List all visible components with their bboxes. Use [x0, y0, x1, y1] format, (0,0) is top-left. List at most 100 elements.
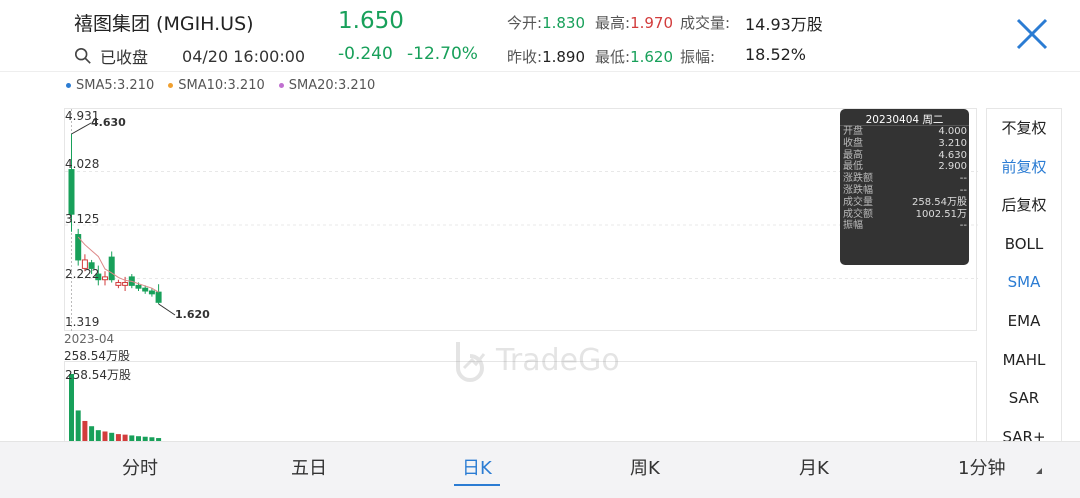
volume-bar	[89, 426, 95, 442]
candle-body	[68, 169, 75, 215]
market-status: 已收盘 04/20 16:00:00	[74, 44, 305, 68]
open-label: 今开:	[507, 14, 543, 32]
tooltip-row: 成交额 1002.51万	[840, 209, 969, 221]
menu-item-sar-plus[interactable]: SAR+	[987, 418, 1061, 442]
tooltip-value: 2.900	[938, 161, 967, 173]
tab-1min[interactable]: 1分钟	[958, 454, 1005, 480]
period-tab-bar: 分时 五日 日K 周K 月K 1分钟	[0, 441, 1080, 498]
y-tick-label: 3.125	[65, 212, 100, 226]
tooltip-key: 成交量	[843, 196, 873, 208]
high-stat: 最高:1.970	[595, 12, 673, 33]
volume-stat: 成交量:	[680, 12, 730, 33]
tooltip-key: 成交额	[843, 208, 873, 220]
amplitude-stat: 振幅:	[680, 46, 715, 67]
high-marker-label: 4.630	[91, 116, 126, 129]
y-tick-label: 2.222	[65, 267, 100, 281]
tooltip-key: 振幅	[843, 220, 863, 232]
tradego-watermark: TradeGo	[450, 338, 620, 382]
menu-item-backward-adjust[interactable]: 后复权	[987, 186, 1061, 225]
tab-timeshare[interactable]: 分时	[122, 454, 158, 480]
legend-dot-icon	[168, 83, 174, 88]
high-marker-line	[71, 122, 92, 135]
y-tick-label: 4.028	[65, 157, 100, 171]
menu-item-ema[interactable]: EMA	[987, 302, 1061, 341]
high-value: 1.970	[630, 14, 674, 32]
open-value: 1.830	[542, 14, 586, 32]
sma10-label: SMA10:3.210	[178, 78, 265, 93]
prevclose-stat: 昨收:1.890	[507, 46, 585, 67]
tooltip-value: 1002.51万	[915, 208, 967, 220]
tab-five-day[interactable]: 五日	[291, 454, 327, 480]
candle-body	[142, 287, 149, 292]
tooltip-key: 收盘	[843, 137, 863, 149]
tab-weekly-k[interactable]: 周K	[630, 454, 660, 480]
sma-legend-item: SMA20:3.210	[278, 78, 375, 93]
x-date-label: 2023-04	[64, 332, 115, 346]
amplitude-value-text: 18.52%	[745, 45, 807, 64]
tooltip-row: 涨跌幅 --	[840, 185, 969, 197]
tooltip-value: 4.000	[938, 126, 967, 137]
candle-body	[155, 291, 162, 303]
volume-inner-label: 258.54万股	[65, 368, 131, 382]
search-icon[interactable]	[74, 47, 92, 65]
sma-legend: SMA5:3.210 SMA10:3.210 SMA20:3.210	[66, 78, 375, 93]
volume-label: 成交量:	[680, 14, 731, 32]
tab-daily-k[interactable]: 日K	[454, 454, 500, 486]
tooltip-value: 258.54万股	[912, 196, 967, 208]
volume-bar	[69, 374, 74, 442]
sma-legend-item: SMA10:3.210	[168, 78, 265, 93]
status-text: 已收盘	[100, 48, 149, 67]
tooltip-row: 最高 4.630	[840, 150, 969, 162]
low-marker-line	[158, 303, 176, 316]
open-stat: 今开:1.830	[507, 12, 585, 33]
legend-dot-icon	[278, 83, 284, 88]
menu-item-boll[interactable]: BOLL	[987, 225, 1061, 264]
candle-body	[115, 282, 122, 286]
price-change: -0.240	[338, 44, 393, 64]
tab-monthly-k[interactable]: 月K	[799, 454, 829, 480]
menu-item-mahl[interactable]: MAHL	[987, 341, 1061, 380]
menu-item-no-adjust[interactable]: 不复权	[987, 109, 1061, 148]
low-label: 最低:	[595, 48, 631, 66]
tooltip-value: --	[959, 220, 967, 232]
tooltip-value: --	[959, 173, 967, 185]
prevclose-value: 1.890	[542, 48, 586, 66]
candle-body	[102, 276, 108, 281]
tooltip-value: 3.210	[938, 137, 967, 149]
menu-item-forward-adjust[interactable]: 前复权	[987, 148, 1061, 187]
quote-header: 禧图集团 (MGIH.US) 已收盘 04/20 16:00:00 1.650 …	[0, 0, 1080, 72]
amplitude-value: 18.52%	[745, 45, 806, 64]
candle-body	[135, 284, 142, 289]
watermark-text: TradeGo	[496, 342, 620, 378]
tooltip-row: 最低 2.900	[840, 161, 969, 173]
tooltip-row: 成交量 258.54万股	[840, 197, 969, 209]
tooltip-value: 4.630	[938, 149, 967, 161]
price-change-pct: -12.70%	[407, 44, 478, 64]
quote-datetime: 04/20 16:00:00	[182, 46, 306, 66]
volume-value: 14.93万股	[745, 11, 823, 35]
legend-dot-icon	[66, 83, 71, 88]
tooltip-row: 收盘 3.210	[840, 138, 969, 150]
sma5-label: SMA5:3.210	[76, 78, 155, 93]
menu-item-sma[interactable]: SMA	[987, 263, 1061, 302]
candle-body	[122, 282, 129, 286]
tooltip-key: 涨跌幅	[843, 184, 873, 196]
tooltip-key: 涨跌额	[843, 173, 873, 185]
tooltip-key: 开盘	[843, 126, 863, 137]
close-icon[interactable]	[1014, 16, 1050, 52]
candle-tooltip: 20230404 周二 开盘 4.000 收盘 3.210 最高 4.630 最低 2.…	[840, 109, 969, 265]
low-marker-label: 1.620	[175, 308, 210, 321]
low-value: 1.620	[630, 48, 674, 66]
tooltip-key: 最高	[843, 149, 863, 161]
tooltip-row: 涨跌额 --	[840, 173, 969, 185]
last-price: 1.650	[338, 8, 404, 34]
tooltip-value: --	[959, 184, 967, 196]
amplitude-label: 振幅:	[680, 48, 716, 66]
menu-item-sar[interactable]: SAR	[987, 379, 1061, 418]
low-stat: 最低:1.620	[595, 46, 673, 67]
y-tick-label: 1.319	[65, 315, 100, 329]
tradego-logo-icon	[456, 342, 486, 382]
dropdown-corner-icon[interactable]	[1036, 468, 1042, 474]
sma-legend-item: SMA5:3.210	[66, 78, 154, 93]
volume-bar	[75, 410, 81, 442]
